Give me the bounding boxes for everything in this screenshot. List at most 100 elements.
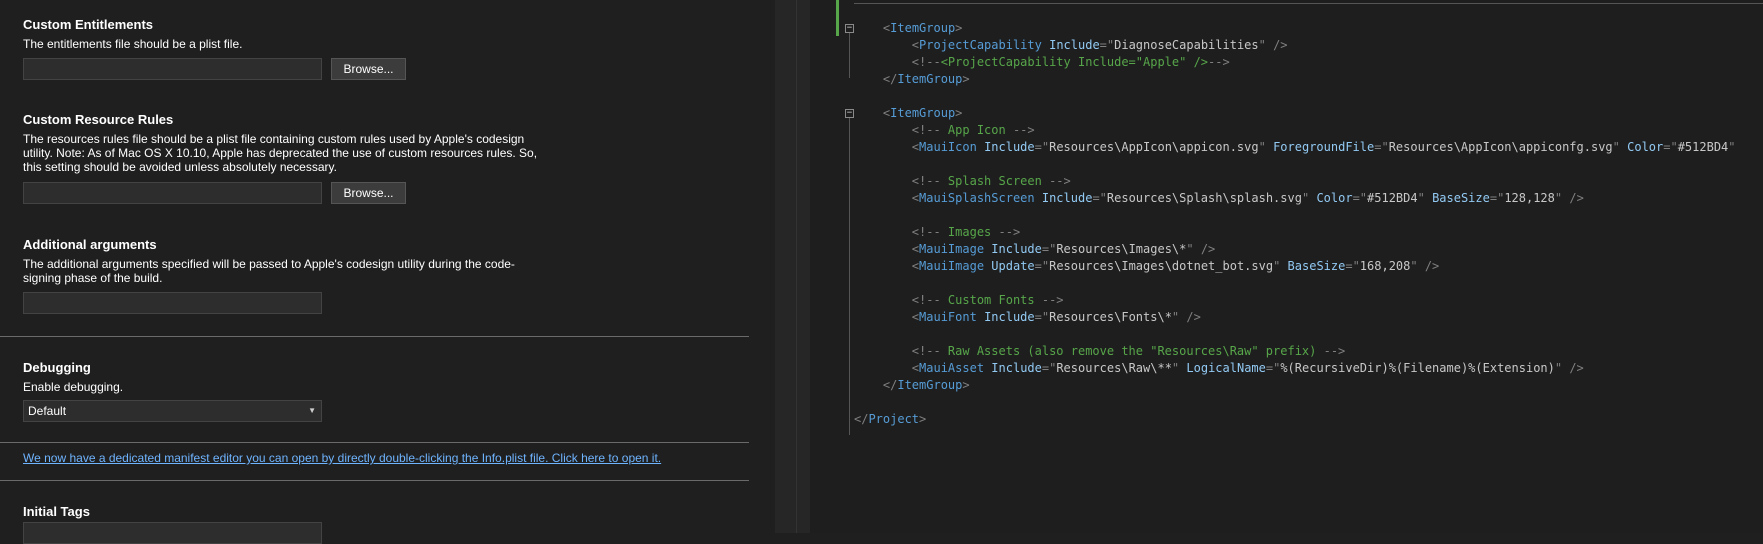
code-token: --> (1041, 293, 1064, 307)
code-line[interactable]: </ItemGroup> (854, 71, 1736, 88)
code-line[interactable]: <!--<ProjectCapability Include="Apple" /… (854, 54, 1736, 71)
editor-top-border (854, 0, 1763, 4)
code-token: Resources\Splash\splash.svg (1106, 191, 1302, 205)
code-token: Include (984, 140, 1035, 154)
code-line[interactable]: <MauiIcon Include="Resources\AppIcon\app… (854, 139, 1736, 156)
code-token: BaseSize (1287, 259, 1346, 273)
code-token: Include (991, 242, 1042, 256)
code-token: Update (991, 259, 1035, 273)
code-token: <!-- (911, 293, 941, 307)
code-token: MauiImage (919, 242, 985, 256)
code-token: Resources\Fonts\* (1049, 310, 1172, 324)
code-token: Include (991, 361, 1042, 375)
initial-tags-section: Initial Tags (23, 504, 90, 519)
custom-entitlements-description: The entitlements file should be a plist … (23, 37, 243, 51)
collapse-icon[interactable]: − (845, 109, 854, 118)
initial-tags-input[interactable] (23, 522, 322, 544)
code-token: Include (1041, 191, 1093, 205)
code-token: <!-- (911, 174, 941, 188)
code-line[interactable]: <ItemGroup> (854, 20, 1736, 37)
code-token: =" (1092, 191, 1107, 205)
code-token: " /> (1410, 259, 1440, 273)
code-token: " (1728, 140, 1736, 154)
code-token: " (1612, 140, 1620, 154)
code-line[interactable]: <!-- Raw Assets (also remove the "Resour… (854, 343, 1736, 360)
code-token: < (911, 38, 920, 52)
code-line[interactable] (854, 207, 1736, 224)
code-token: " /> (1554, 361, 1584, 375)
code-token: #512BD4 (1677, 140, 1729, 154)
manifest-editor-link[interactable]: We now have a dedicated manifest editor … (23, 451, 661, 465)
code-line[interactable] (854, 326, 1736, 343)
code-token: " /> (1171, 310, 1201, 324)
code-line[interactable]: <!-- App Icon --> (854, 122, 1736, 139)
panel-splitter[interactable] (775, 0, 810, 533)
code-token: ForegroundFile (1273, 140, 1375, 154)
code-line[interactable] (854, 275, 1736, 292)
code-line[interactable]: <!-- Splash Screen --> (854, 173, 1736, 190)
custom-resource-rules-description-line: utility. Note: As of Mac OS X 10.10, App… (23, 146, 538, 160)
code-line[interactable] (854, 156, 1736, 173)
code-token: < (911, 259, 920, 273)
code-token: <ProjectCapability Include="Apple" /> (940, 55, 1209, 69)
collapse-icon[interactable]: − (845, 24, 854, 33)
code-token: MauiImage (919, 259, 985, 273)
code-line[interactable]: <MauiImage Update =" Resources\Images\dotn… (854, 258, 1736, 275)
code-line[interactable] (854, 394, 1736, 411)
custom-entitlements-browse-button[interactable]: Browse... (331, 58, 406, 80)
code-token: Resources\Raw\** (1056, 361, 1172, 375)
code-token: =" (1041, 361, 1057, 375)
code-token: 128,128 (1504, 191, 1555, 205)
code-token: MauiIcon (919, 140, 977, 154)
custom-resource-rules-browse-button[interactable]: Browse... (331, 182, 406, 204)
code-line[interactable]: <!-- Custom Fonts --> (854, 292, 1736, 309)
code-token: =" (1345, 259, 1360, 273)
code-token: Resources\Images\dotnet_bot.svg (1049, 259, 1274, 273)
code-token: Color (1316, 191, 1353, 205)
code-token: Include (1049, 38, 1100, 52)
code-line[interactable]: </ItemGroup> (854, 377, 1736, 394)
code-token: App Icon (940, 123, 1013, 137)
custom-resource-rules-input[interactable] (23, 182, 322, 204)
code-line[interactable]: <MauiAsset Include="Resources\Raw\**" Lo… (854, 360, 1736, 377)
code-token: #512BD4 (1367, 191, 1418, 205)
fold-guide (849, 400, 850, 435)
code-token: LogicalName (1186, 361, 1266, 375)
additional-arguments-input[interactable] (23, 292, 322, 314)
code-token: Project (868, 412, 920, 426)
code-token: > (962, 72, 970, 86)
code-line[interactable] (854, 88, 1736, 105)
code-token: < (911, 310, 920, 324)
custom-entitlements-input[interactable] (23, 58, 322, 80)
code-token: MauiAsset (919, 361, 985, 375)
code-token: Resources\AppIcon\appiconfg.svg (1388, 140, 1613, 154)
code-editor[interactable]: − − <ItemGroup> <ProjectCapability Inclu… (810, 0, 1763, 533)
code-token: " (1258, 140, 1266, 154)
code-token: " (1417, 191, 1425, 205)
code-line[interactable]: <ItemGroup> (854, 105, 1736, 122)
code-token: < (911, 191, 920, 205)
code-token: =" (1663, 140, 1678, 154)
debugging-section: Debugging Enable debugging. (23, 360, 123, 394)
code-line[interactable]: <!-- Images --> (854, 224, 1736, 241)
divider (0, 480, 749, 481)
code-line[interactable]: <MauiSplashScreen Include="Resources\Spl… (854, 190, 1736, 207)
code-line[interactable]: <MauiImage Include="Resources\Images\*" … (854, 241, 1736, 258)
code-token: =" (1041, 242, 1057, 256)
code-token: Splash Screen (940, 174, 1050, 188)
code-text[interactable]: <ItemGroup> <ProjectCapability Include="… (854, 20, 1736, 428)
debugging-select[interactable]: Default ▼ (23, 400, 322, 422)
debugging-title: Debugging (23, 360, 91, 375)
code-line[interactable]: </Project> (854, 411, 1736, 428)
code-line[interactable]: <MauiFont Include="Resources\Fonts\*" /> (854, 309, 1736, 326)
code-line[interactable]: <ProjectCapability Include="DiagnoseCapa… (854, 37, 1736, 54)
